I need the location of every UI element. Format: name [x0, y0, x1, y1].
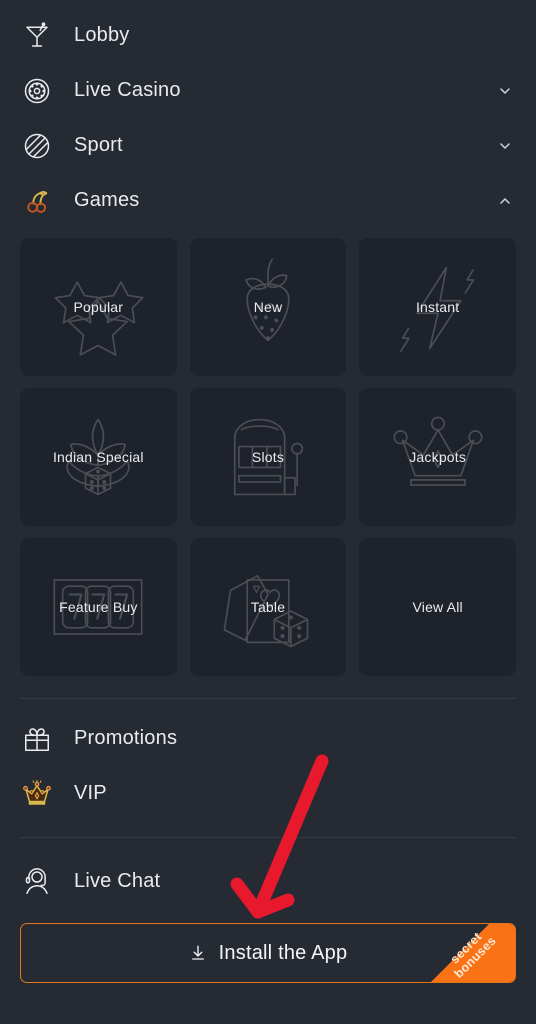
- install-app-section: Install the App secret bonuses: [0, 923, 536, 983]
- install-button-label: Install the App: [218, 941, 348, 964]
- tile-feature-buy[interactable]: Feature Buy: [20, 538, 177, 676]
- tile-label: Jackpots: [409, 449, 467, 465]
- tile-label: Slots: [251, 449, 285, 465]
- tile-indian-special[interactable]: Indian Special: [20, 388, 177, 526]
- tile-view-all[interactable]: View All: [359, 538, 516, 676]
- games-category-grid: Popular New Instant Indian Special Slots…: [0, 228, 536, 676]
- tile-label: Feature Buy: [59, 599, 138, 615]
- nav-item-sport[interactable]: Sport: [0, 118, 536, 173]
- tile-label: Indian Special: [52, 449, 144, 465]
- nav-item-lobby[interactable]: Lobby: [0, 8, 536, 63]
- chevron-down-icon[interactable]: [496, 137, 514, 155]
- headset-icon: [20, 865, 54, 899]
- vip-crown-icon: [20, 777, 54, 811]
- nav-item-promotions[interactable]: Promotions: [0, 711, 536, 766]
- martini-glass-icon: [20, 19, 54, 53]
- gift-icon: [20, 722, 54, 756]
- chevron-down-icon[interactable]: [496, 82, 514, 100]
- nav-item-label: Games: [74, 189, 140, 211]
- sport-ball-icon: [20, 129, 54, 163]
- nav-item-live-chat[interactable]: Live Chat: [0, 854, 536, 909]
- ribbon-line-2: bonuses: [451, 933, 499, 981]
- cherries-icon: [20, 184, 54, 218]
- nav-item-games[interactable]: Games: [0, 173, 536, 228]
- secondary-navigation: Promotions VIP: [0, 711, 536, 821]
- tile-slots[interactable]: Slots: [189, 388, 347, 526]
- install-the-app-button[interactable]: Install the App secret bonuses: [20, 923, 516, 983]
- nav-item-label: Promotions: [74, 727, 178, 749]
- tile-label: New: [253, 299, 283, 315]
- tile-label: Table: [250, 599, 286, 615]
- download-icon: [189, 944, 207, 962]
- tile-table[interactable]: Table: [189, 538, 347, 676]
- nav-item-label: Live Chat: [74, 870, 161, 892]
- nav-item-label: Lobby: [74, 24, 130, 46]
- tile-jackpots[interactable]: Jackpots: [359, 388, 516, 526]
- poker-chip-icon: [20, 74, 54, 108]
- nav-item-label: VIP: [74, 782, 107, 804]
- tile-new[interactable]: New: [189, 238, 347, 376]
- ribbon-line-1: secret: [447, 929, 485, 967]
- nav-item-label: Live Casino: [74, 79, 181, 101]
- nav-item-live-casino[interactable]: Live Casino: [0, 63, 536, 118]
- tile-instant[interactable]: Instant: [359, 238, 516, 376]
- chevron-up-icon[interactable]: [496, 192, 514, 210]
- mobile-side-menu: Lobby Live Casino Sport Games Popular Ne…: [0, 0, 536, 1024]
- tile-label: Popular: [73, 299, 124, 315]
- primary-navigation: Lobby Live Casino Sport Games: [0, 0, 536, 228]
- nav-item-vip[interactable]: VIP: [0, 766, 536, 821]
- tile-label: Instant: [415, 299, 460, 315]
- secret-bonuses-ribbon: secret bonuses: [411, 924, 515, 982]
- support-navigation: Live Chat: [0, 854, 536, 909]
- tile-label: View All: [412, 599, 463, 615]
- tile-popular[interactable]: Popular: [20, 238, 177, 376]
- nav-item-label: Sport: [74, 134, 123, 156]
